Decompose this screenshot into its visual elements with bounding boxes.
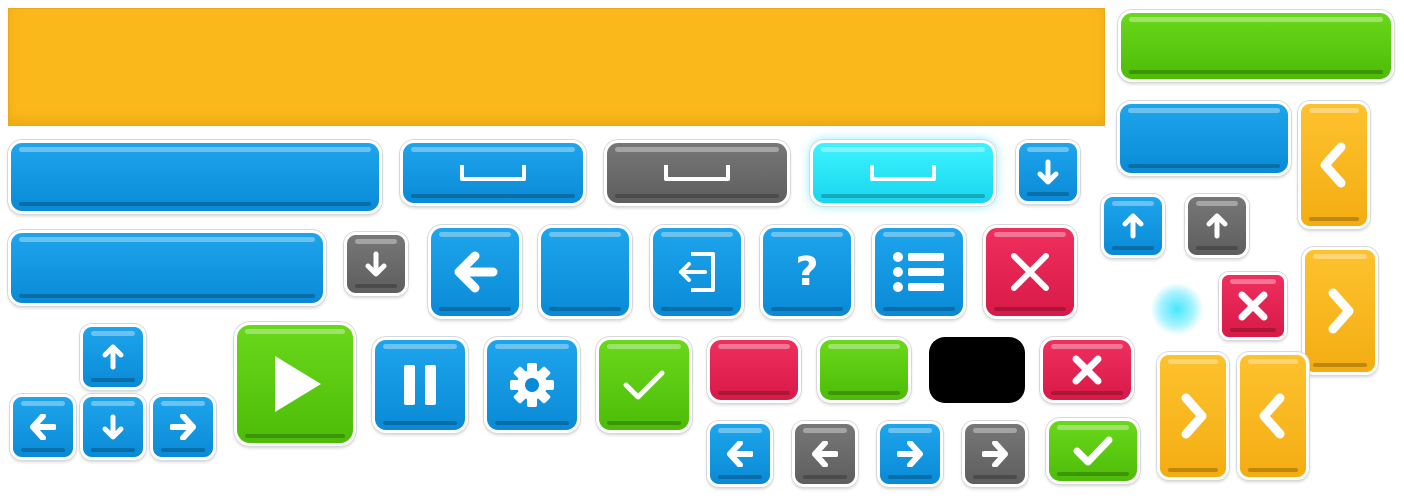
arrow-down-icon xyxy=(1037,159,1059,185)
wide-blue-button[interactable] xyxy=(8,140,382,214)
close-x-icon xyxy=(1238,291,1268,321)
green-check-pill-button[interactable] xyxy=(1046,418,1140,484)
arrow-right-icon xyxy=(170,414,196,440)
blue-space-key-button[interactable] xyxy=(400,140,586,206)
exit-door-icon xyxy=(679,252,715,292)
cyan-space-key-button[interactable] xyxy=(810,140,996,206)
dpad-left-button[interactable] xyxy=(10,394,76,460)
yellow-left-chevron-tab[interactable] xyxy=(1298,101,1370,229)
menu-list-button[interactable] xyxy=(872,225,966,319)
arrow-left-icon xyxy=(30,414,56,440)
list-menu-icon xyxy=(893,252,944,292)
arrow-down-icon xyxy=(102,414,124,440)
blue-down-arrow-button[interactable] xyxy=(1016,140,1080,204)
blue-left-arrow-button[interactable] xyxy=(707,421,773,487)
arrow-right-icon xyxy=(897,441,923,467)
arrow-up-icon xyxy=(1122,213,1144,239)
chevron-left-icon xyxy=(1253,391,1293,441)
gear-icon xyxy=(510,363,554,407)
blue-up-arrow-button[interactable] xyxy=(1101,194,1165,258)
space-key-icon xyxy=(870,165,936,181)
blue-button-long[interactable] xyxy=(8,230,326,306)
dpad-down-button[interactable] xyxy=(80,394,146,460)
space-key-icon xyxy=(664,165,730,181)
pause-button[interactable] xyxy=(372,337,468,433)
close-button-large[interactable] xyxy=(983,225,1077,319)
gray-space-key-button[interactable] xyxy=(604,140,790,206)
gray-right-arrow-button[interactable] xyxy=(962,421,1028,487)
close-x-icon xyxy=(1072,355,1102,385)
close-button-small[interactable] xyxy=(1219,272,1287,340)
cyan-glow-effect xyxy=(1151,283,1203,335)
arrow-left-icon xyxy=(454,251,498,293)
arrow-left-icon xyxy=(727,441,753,467)
chevron-right-icon xyxy=(1181,393,1207,439)
arrow-up-icon xyxy=(1206,213,1228,239)
blue-right-arrow-button[interactable] xyxy=(877,421,943,487)
gray-down-arrow-button[interactable] xyxy=(344,232,408,296)
chevron-right-icon xyxy=(1328,288,1354,334)
yellow-right-chevron-tab-bottom[interactable] xyxy=(1157,352,1229,480)
checkmark-icon xyxy=(623,370,665,400)
confirm-check-button[interactable] xyxy=(596,337,692,433)
red-close-pill-button[interactable] xyxy=(1040,337,1134,403)
arrow-left-icon xyxy=(812,441,838,467)
dpad-right-button[interactable] xyxy=(150,394,216,460)
blue-button-medium[interactable] xyxy=(1117,101,1291,176)
gray-left-arrow-button[interactable] xyxy=(792,421,858,487)
green-pill-button[interactable] xyxy=(817,337,911,403)
black-button-shape[interactable] xyxy=(929,337,1025,403)
pause-icon xyxy=(404,365,436,405)
gray-up-arrow-button[interactable] xyxy=(1185,194,1249,258)
dpad-up-button[interactable] xyxy=(80,324,146,390)
play-icon xyxy=(275,356,321,412)
settings-button[interactable] xyxy=(484,337,580,433)
help-button[interactable]: ? xyxy=(760,225,854,319)
back-arrow-button[interactable] xyxy=(428,225,522,319)
space-key-icon xyxy=(460,165,526,181)
arrow-up-icon xyxy=(102,344,124,370)
yellow-banner-panel xyxy=(8,8,1105,126)
red-pill-button[interactable] xyxy=(707,337,801,403)
arrow-right-icon xyxy=(982,441,1008,467)
yellow-left-chevron-tab-bottom[interactable] xyxy=(1237,352,1309,480)
yellow-right-chevron-tab[interactable] xyxy=(1302,247,1378,375)
wide-green-button[interactable] xyxy=(1118,10,1394,82)
exit-button[interactable] xyxy=(650,225,744,319)
blank-blue-square-button[interactable] xyxy=(538,225,632,319)
play-button[interactable] xyxy=(234,322,356,446)
checkmark-icon xyxy=(1073,436,1113,466)
chevron-left-icon xyxy=(1314,140,1354,190)
arrow-down-icon xyxy=(365,251,387,277)
help-question-icon: ? xyxy=(795,249,819,295)
close-x-icon xyxy=(1011,253,1049,291)
